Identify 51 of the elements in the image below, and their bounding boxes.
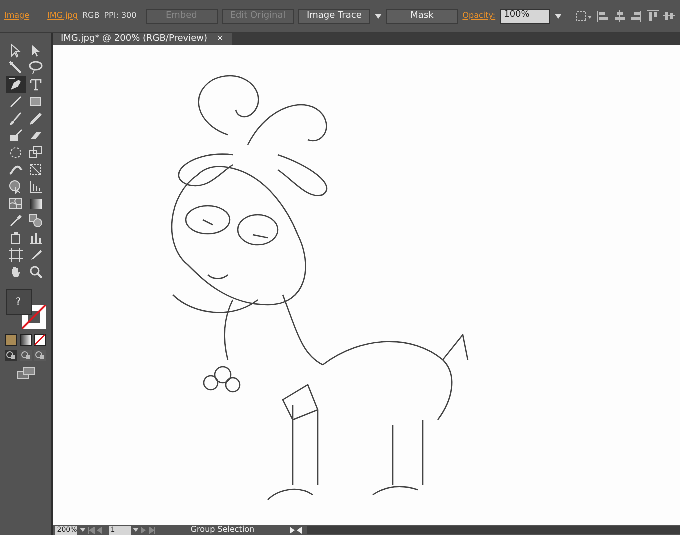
caret-icon[interactable] bbox=[374, 14, 382, 18]
toolbar-button[interactable]: Mask bbox=[386, 8, 458, 24]
eyedropper-icon bbox=[8, 212, 24, 228]
free-transform-icon bbox=[28, 162, 44, 178]
draw-inside-icon[interactable] bbox=[34, 350, 46, 361]
draw-normal-icon[interactable] bbox=[5, 350, 18, 361]
toolbar-button[interactable]: Image Trace bbox=[298, 8, 370, 24]
blend-icon bbox=[28, 212, 44, 228]
color-swatch-icon[interactable] bbox=[5, 334, 18, 346]
perspective-grid-icon bbox=[28, 178, 44, 194]
ppi-label: PPI: 300 bbox=[104, 10, 137, 22]
screen-mode-icon[interactable] bbox=[16, 367, 34, 379]
brush-icon bbox=[8, 110, 24, 126]
lasso-icon bbox=[28, 60, 44, 76]
opacity-link[interactable]: Opacity: bbox=[462, 10, 496, 22]
close-button[interactable]: × bbox=[216, 33, 224, 45]
document-tab[interactable]: IMG.jpg* @ 200% (RGB/Preview) × bbox=[53, 33, 232, 45]
align-right-icon[interactable] bbox=[630, 10, 642, 22]
align-center-icon[interactable] bbox=[614, 10, 626, 22]
blob-brush-icon bbox=[8, 128, 24, 144]
fill-swatch[interactable]: ? bbox=[6, 289, 32, 315]
pen-icon bbox=[8, 76, 24, 92]
caret-icon[interactable] bbox=[133, 528, 139, 532]
draw-behind-icon[interactable] bbox=[20, 350, 32, 361]
horizontal-scrollbar[interactable] bbox=[306, 526, 680, 534]
type-icon bbox=[28, 76, 44, 92]
color-mode-label: RGB bbox=[82, 10, 100, 22]
opacity-field[interactable]: 100% bbox=[500, 8, 550, 24]
pencil-icon bbox=[28, 110, 44, 126]
object-type-link[interactable]: Image bbox=[4, 10, 30, 22]
tab-title: IMG.jpg* @ 200% (RGB/Preview) bbox=[61, 33, 208, 45]
zoom-icon bbox=[28, 264, 44, 280]
mesh-icon bbox=[8, 196, 24, 212]
caret-icon[interactable] bbox=[80, 528, 86, 532]
file-link[interactable]: IMG.jpg bbox=[48, 10, 78, 22]
align-top-icon[interactable] bbox=[646, 10, 659, 22]
gradient-swatch-icon[interactable] bbox=[20, 334, 32, 346]
caret-icon[interactable] bbox=[554, 14, 562, 18]
align-middle-icon[interactable] bbox=[663, 10, 676, 22]
selection-options-icon[interactable] bbox=[574, 10, 593, 22]
none-swatch-icon[interactable] bbox=[34, 334, 46, 346]
scale-icon bbox=[28, 144, 44, 160]
scroll-left-icon[interactable] bbox=[297, 526, 302, 534]
wand-icon bbox=[8, 60, 24, 76]
rotate-icon bbox=[8, 144, 24, 160]
play-icon[interactable] bbox=[290, 526, 295, 534]
shape-builder-icon bbox=[8, 178, 24, 194]
status-text: Group Selection bbox=[190, 524, 256, 535]
tool-button[interactable] bbox=[6, 76, 26, 93]
align-left-icon[interactable] bbox=[597, 10, 610, 22]
artboard-icon bbox=[8, 246, 24, 262]
